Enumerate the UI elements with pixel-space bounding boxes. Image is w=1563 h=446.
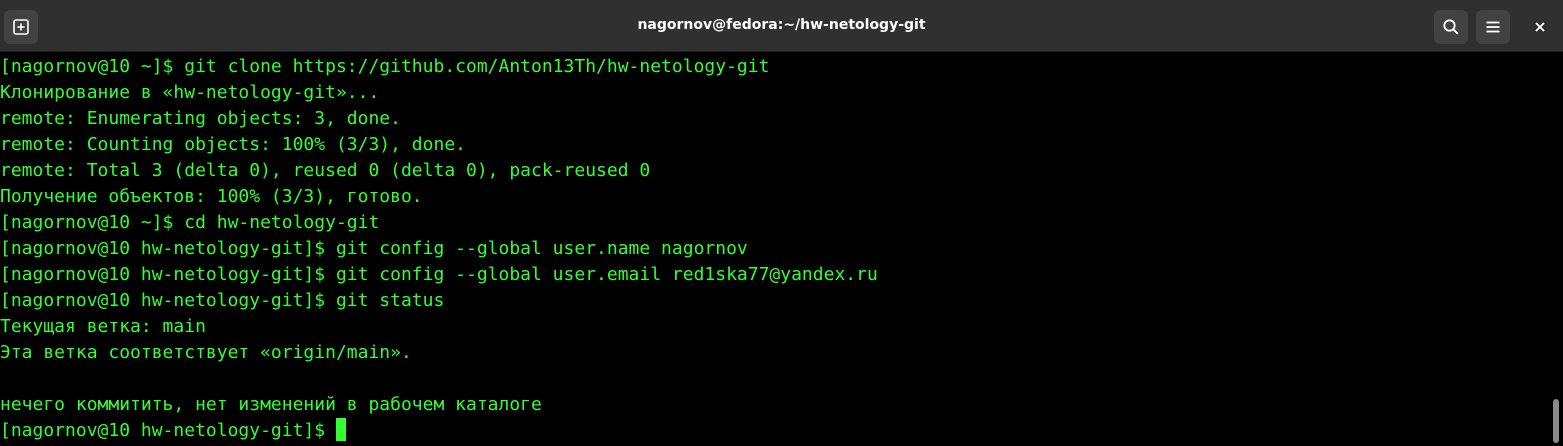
menu-button[interactable] [1476,10,1510,44]
search-button[interactable] [1434,10,1468,44]
terminal-line: нечего коммитить, нет изменений в рабоче… [0,394,542,415]
terminal-line: remote: Counting objects: 100% (3/3), do… [0,134,466,155]
close-button[interactable] [1523,10,1557,44]
terminal-line: remote: Total 3 (delta 0), reused 0 (del… [0,160,651,181]
terminal-line: Эта ветка соответствует «origin/main». [0,342,412,363]
terminal-output[interactable]: [nagornov@10 ~]$ git clone https://githu… [0,53,1548,446]
title-bar: nagornov@fedora:~/hw-netology-git [0,0,1563,52]
scrollbar[interactable] [1549,53,1563,446]
terminal-line: [nagornov@10 hw-netology-git]$ git confi… [0,238,748,259]
window-title: nagornov@fedora:~/hw-netology-git [637,17,926,33]
terminal-line: [nagornov@10 ~]$ git clone https://githu… [0,56,770,77]
prompt-line[interactable]: [nagornov@10 hw-netology-git]$ [0,418,346,444]
text-cursor [335,418,346,441]
terminal-window: nagornov@fedora:~/hw-netology-git [nagor… [0,0,1563,446]
terminal-line: [nagornov@10 ~]$ cd hw-netology-git [0,212,380,233]
terminal-line: Текущая ветка: main [0,316,206,337]
terminal-line: Получение объектов: 100% (3/3), готово. [0,186,423,207]
terminal-line: [nagornov@10 hw-netology-git]$ git statu… [0,290,445,311]
hamburger-menu-icon [1486,21,1500,33]
scrollbar-thumb[interactable] [1553,399,1559,443]
terminal-line: [nagornov@10 hw-netology-git]$ git confi… [0,264,878,285]
terminal-line: Клонирование в «hw-netology-git»... [0,82,380,103]
prompt-text: [nagornov@10 hw-netology-git]$ [0,420,336,441]
close-icon [1535,22,1545,32]
terminal-line: remote: Enumerating objects: 3, done. [0,108,401,129]
search-icon [1443,19,1459,35]
